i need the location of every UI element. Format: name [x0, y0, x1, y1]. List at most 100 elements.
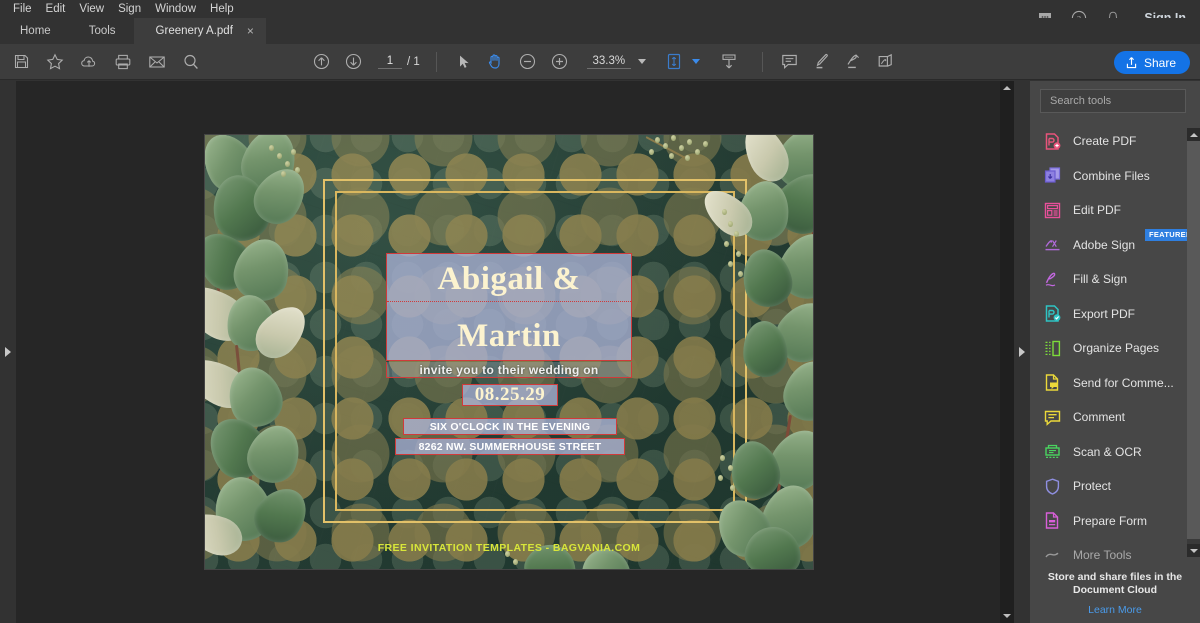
scroll-up-icon[interactable]: [310, 51, 332, 73]
tool-label: More Tools: [1073, 548, 1132, 563]
create-pdf-icon: [1042, 131, 1062, 151]
tool-label: Create PDF: [1073, 134, 1137, 149]
zoom-control[interactable]: 33.3%: [586, 55, 646, 69]
menu-window[interactable]: Window: [148, 0, 203, 18]
draw-icon[interactable]: [843, 51, 865, 73]
toolbar-divider-2: [761, 51, 763, 72]
tool-prepare-form[interactable]: Prepare Form: [1030, 504, 1200, 539]
chevron-right-icon[interactable]: [5, 347, 11, 357]
tool-combine-files[interactable]: Combine Files: [1030, 159, 1200, 194]
toolbar-left-group: [0, 51, 202, 73]
tab-bar: Home Tools Greenery A.pdf ×: [0, 18, 1200, 44]
greenery-left-lower: [205, 344, 335, 565]
comment-icon-panel: [1042, 407, 1062, 427]
sign-icon[interactable]: [875, 51, 897, 73]
menu-view[interactable]: View: [72, 0, 111, 18]
fit-page-chevron-icon[interactable]: [691, 59, 700, 64]
fit-page-icon[interactable]: [664, 51, 686, 73]
tool-adobe-sign[interactable]: Adobe Sign FEATURED: [1030, 228, 1200, 263]
wedding-invitation-artwork: Abigail & Martin invite you to their wed…: [205, 135, 813, 569]
tool-fill-sign[interactable]: Fill & Sign: [1030, 262, 1200, 297]
groom-name-text: Martin: [457, 317, 561, 354]
panel-scroll-thumb[interactable]: [1187, 141, 1200, 539]
scrollbar-down-button[interactable]: [1000, 609, 1014, 623]
tool-create-pdf[interactable]: Create PDF: [1030, 124, 1200, 159]
pdf-page[interactable]: Abigail & Martin invite you to their wed…: [205, 135, 813, 569]
search-tools-placeholder: Search tools: [1050, 95, 1112, 107]
learn-more-link[interactable]: Learn More: [1030, 604, 1200, 616]
date-text: 08.25.29: [474, 384, 546, 405]
page-navigation: 1 / 1: [378, 55, 420, 69]
document-viewer[interactable]: Abigail & Martin invite you to their wed…: [16, 81, 1000, 623]
menu-edit[interactable]: Edit: [39, 0, 73, 18]
date-field[interactable]: 08.25.29: [462, 384, 558, 406]
comment-icon[interactable]: [779, 51, 801, 73]
search-tools-input[interactable]: Search tools: [1040, 89, 1186, 113]
highlight-icon[interactable]: [811, 51, 833, 73]
close-icon[interactable]: ×: [247, 25, 254, 37]
tab-home[interactable]: Home: [0, 18, 71, 44]
organize-pages-icon: [1042, 338, 1062, 358]
share-button[interactable]: Share: [1113, 51, 1190, 74]
combine-files-icon: [1042, 166, 1062, 186]
export-pdf-icon: [1042, 304, 1062, 324]
print-icon[interactable]: [112, 51, 134, 73]
acrobat-window: File Edit View Sign Window Help ? Sign I…: [0, 0, 1200, 623]
promo-title-line1: Store and share files in the: [1047, 571, 1183, 583]
zoom-level-value[interactable]: 33.3%: [586, 55, 631, 69]
menu-help[interactable]: Help: [203, 0, 241, 18]
zoom-out-icon[interactable]: [517, 51, 539, 73]
tool-export-pdf[interactable]: Export PDF: [1030, 297, 1200, 332]
chevron-right-icon-2[interactable]: [1019, 347, 1025, 357]
select-cursor-icon[interactable]: [453, 51, 475, 73]
page-total-label: / 1: [407, 55, 420, 68]
tool-protect[interactable]: Protect: [1030, 469, 1200, 504]
address-field[interactable]: 8262 NW. SUMMERHOUSE STREET: [395, 438, 625, 455]
tool-label: Comment: [1073, 410, 1126, 425]
protect-icon: [1042, 476, 1062, 496]
zoom-in-icon[interactable]: [549, 51, 571, 73]
email-icon[interactable]: [146, 51, 168, 73]
tools-panel-scrollbar[interactable]: [1187, 128, 1200, 557]
right-panel-toggle[interactable]: [1014, 81, 1030, 623]
toolbar-center-group: 1 / 1 33.3%: [202, 51, 897, 73]
panel-scroll-up-button[interactable]: [1187, 128, 1200, 141]
tool-label: Combine Files: [1073, 168, 1150, 183]
share-upload-icon: [1126, 57, 1137, 69]
tool-send-for-comment[interactable]: Send for Comme...: [1030, 366, 1200, 401]
panel-scroll-down-button[interactable]: [1187, 544, 1200, 557]
time-field[interactable]: SIX O'CLOCK IN THE EVENING: [403, 418, 617, 435]
scroll-mode-icon[interactable]: [718, 51, 740, 73]
chevron-down-icon[interactable]: [637, 59, 646, 64]
menu-sign[interactable]: Sign: [111, 0, 148, 18]
scroll-down-icon[interactable]: [342, 51, 364, 73]
edit-pdf-icon: [1042, 200, 1062, 220]
tool-organize-pages[interactable]: Organize Pages: [1030, 331, 1200, 366]
template-credit-text: FREE INVITATION TEMPLATES - BAGVANIA.COM: [377, 542, 641, 554]
adobe-sign-icon: [1042, 235, 1062, 255]
tab-tools[interactable]: Tools: [71, 18, 134, 44]
tab-document[interactable]: Greenery A.pdf ×: [133, 18, 266, 44]
document-scrollbar[interactable]: [1000, 81, 1014, 623]
scrollbar-up-button[interactable]: [1000, 81, 1014, 95]
upload-cloud-icon[interactable]: [78, 51, 100, 73]
tool-label: Prepare Form: [1073, 513, 1148, 528]
star-icon[interactable]: [44, 51, 66, 73]
save-icon[interactable]: [10, 51, 32, 73]
tool-scan-ocr[interactable]: Scan & OCR: [1030, 435, 1200, 470]
tool-comment[interactable]: Comment: [1030, 400, 1200, 435]
greenery-right: [677, 135, 813, 428]
document-cloud-promo: Store and share files in the Document Cl…: [1030, 563, 1200, 623]
prepare-form-icon: [1042, 511, 1062, 531]
hand-tool-icon[interactable]: [485, 51, 507, 73]
page-number-input[interactable]: 1: [378, 55, 402, 69]
invite-text-field[interactable]: invite you to their wedding on: [386, 362, 632, 378]
left-panel-toggle[interactable]: [0, 81, 16, 623]
tool-label: Organize Pages: [1073, 341, 1160, 356]
menu-file[interactable]: File: [6, 0, 39, 18]
tool-label: Export PDF: [1073, 306, 1136, 321]
search-icon[interactable]: [180, 51, 202, 73]
tool-edit-pdf[interactable]: Edit PDF: [1030, 193, 1200, 228]
share-button-label: Share: [1143, 55, 1176, 70]
names-field[interactable]: Abigail & Martin: [386, 253, 632, 361]
